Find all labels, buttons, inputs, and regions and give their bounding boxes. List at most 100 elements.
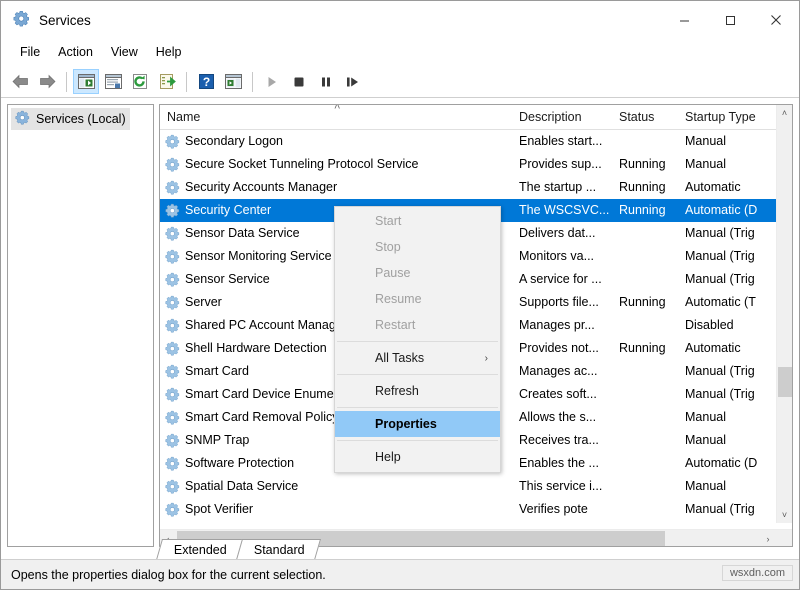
cell-startup-type: Automatic (D <box>678 452 778 475</box>
cell-startup-type: Manual (Trig <box>678 383 778 406</box>
context-menu-item-all-tasks[interactable]: All Tasks › <box>335 345 500 371</box>
context-menu-separator <box>337 374 498 375</box>
menu-file[interactable]: File <box>11 42 49 62</box>
cell-status: Running <box>612 176 678 199</box>
cell-description: This service i... <box>512 475 612 498</box>
cell-description: Manages ac... <box>512 360 612 383</box>
cell-startup-type: Manual <box>678 406 778 429</box>
service-name-label: Security Center <box>185 199 271 222</box>
service-gear-icon <box>165 249 180 264</box>
cell-startup-type: Manual <box>678 475 778 498</box>
cell-description: Enables the ... <box>512 452 612 475</box>
close-button[interactable] <box>753 1 799 39</box>
service-name-label: Smart Card <box>185 360 249 383</box>
cell-startup-type: Manual <box>678 429 778 452</box>
cell-status <box>612 498 678 521</box>
table-row[interactable]: Secondary LogonEnables start...Manual <box>160 130 792 153</box>
vertical-scrollbar[interactable]: ˄ ˅ <box>776 105 792 523</box>
menu-help[interactable]: Help <box>147 42 191 62</box>
service-name-label: Spot Verifier <box>185 498 253 521</box>
cell-description: Supports file... <box>512 291 612 314</box>
scroll-up-arrow[interactable]: ˄ <box>777 105 792 121</box>
cell-startup-type: Manual (Trig <box>678 222 778 245</box>
status-bar: Opens the properties dialog box for the … <box>1 559 799 589</box>
context-menu-item-help[interactable]: Help <box>335 444 500 470</box>
context-menu-item-label: Restart <box>375 318 415 332</box>
context-menu-item-label: Stop <box>375 240 401 254</box>
services-gear-icon <box>15 110 30 128</box>
vertical-scroll-thumb[interactable] <box>778 367 792 397</box>
context-menu-item-stop: Stop <box>335 234 500 260</box>
back-arrow-icon[interactable] <box>7 69 33 94</box>
menu-bar: File Action View Help <box>1 39 799 66</box>
column-header-description[interactable]: Description <box>512 105 612 129</box>
service-gear-icon <box>165 364 180 379</box>
context-menu-item-resume: Resume <box>335 286 500 312</box>
service-name-label: Security Accounts Manager <box>185 176 337 199</box>
properties-window-icon[interactable] <box>100 69 126 94</box>
cell-description: Allows the s... <box>512 406 612 429</box>
export-list-icon[interactable] <box>154 69 180 94</box>
table-row[interactable]: Security Accounts ManagerThe startup ...… <box>160 176 792 199</box>
service-gear-icon <box>165 433 180 448</box>
forward-arrow-icon[interactable] <box>34 69 60 94</box>
maximize-icon <box>725 15 736 26</box>
service-name-label: Sensor Service <box>185 268 270 291</box>
cell-status <box>612 360 678 383</box>
svg-text:?: ? <box>202 75 209 89</box>
title-bar-left: Services <box>1 10 91 30</box>
cell-status <box>612 245 678 268</box>
maximize-button[interactable] <box>707 1 753 39</box>
context-menu-item-label: All Tasks <box>375 351 424 365</box>
table-row[interactable]: Spatial Data ServiceThis service i...Man… <box>160 475 792 498</box>
cell-status <box>612 406 678 429</box>
cell-startup-type: Manual <box>678 153 778 176</box>
stop-service-icon[interactable] <box>286 69 312 94</box>
cell-service-name: Security Accounts Manager <box>160 176 512 199</box>
cell-description: Enables start... <box>512 130 612 153</box>
service-gear-icon <box>165 180 180 195</box>
start-service-icon[interactable] <box>259 69 285 94</box>
service-name-label: Sensor Monitoring Service <box>185 245 332 268</box>
submenu-arrow-icon: › <box>485 353 488 364</box>
view-tabs: Extended Standard <box>159 538 317 560</box>
cell-status <box>612 475 678 498</box>
tab-standard-label: Standard <box>254 542 305 558</box>
cell-service-name: Spot Verifier <box>160 498 512 521</box>
show-action-pane-icon[interactable] <box>220 69 246 94</box>
table-row[interactable]: Spot VerifierVerifies poteManual (Trig <box>160 498 792 521</box>
show-hide-console-tree-icon[interactable] <box>73 69 99 94</box>
service-name-label: Shell Hardware Detection <box>185 337 327 360</box>
cell-startup-type: Manual (Trig <box>678 245 778 268</box>
cell-description: Delivers dat... <box>512 222 612 245</box>
cell-service-name: Secure Socket Tunneling Protocol Service <box>160 153 512 176</box>
cell-description: Provides sup... <box>512 153 612 176</box>
service-name-label: Secondary Logon <box>185 130 283 153</box>
refresh-icon[interactable] <box>127 69 153 94</box>
restart-service-icon[interactable] <box>340 69 366 94</box>
tree-node-services-local[interactable]: Services (Local) <box>11 108 130 130</box>
tab-extended[interactable]: Extended <box>156 539 243 560</box>
cell-description: Verifies pote <box>512 498 612 521</box>
minimize-button[interactable] <box>661 1 707 39</box>
menu-action[interactable]: Action <box>49 42 102 62</box>
tab-standard[interactable]: Standard <box>236 539 321 560</box>
service-gear-icon <box>165 479 180 494</box>
cell-status: Running <box>612 199 678 222</box>
context-menu-item-refresh[interactable]: Refresh <box>335 378 500 404</box>
pause-service-icon[interactable] <box>313 69 339 94</box>
service-name-label: Shared PC Account Manager <box>185 314 347 337</box>
table-row[interactable]: Secure Socket Tunneling Protocol Service… <box>160 153 792 176</box>
column-header-startup-type[interactable]: Startup Type <box>678 105 778 129</box>
tree-node-label: Services (Local) <box>36 112 126 126</box>
scroll-right-arrow[interactable]: › <box>760 530 776 547</box>
cell-status <box>612 222 678 245</box>
context-menu-item-properties[interactable]: Properties <box>335 411 500 437</box>
services-window: Services File Action View Help <box>0 0 800 590</box>
scroll-down-arrow[interactable]: ˅ <box>777 507 792 523</box>
help-icon[interactable]: ? <box>193 69 219 94</box>
toolbar: ? <box>1 66 799 98</box>
menu-view[interactable]: View <box>102 42 147 62</box>
service-gear-icon <box>165 410 180 425</box>
column-header-status[interactable]: Status <box>612 105 678 129</box>
